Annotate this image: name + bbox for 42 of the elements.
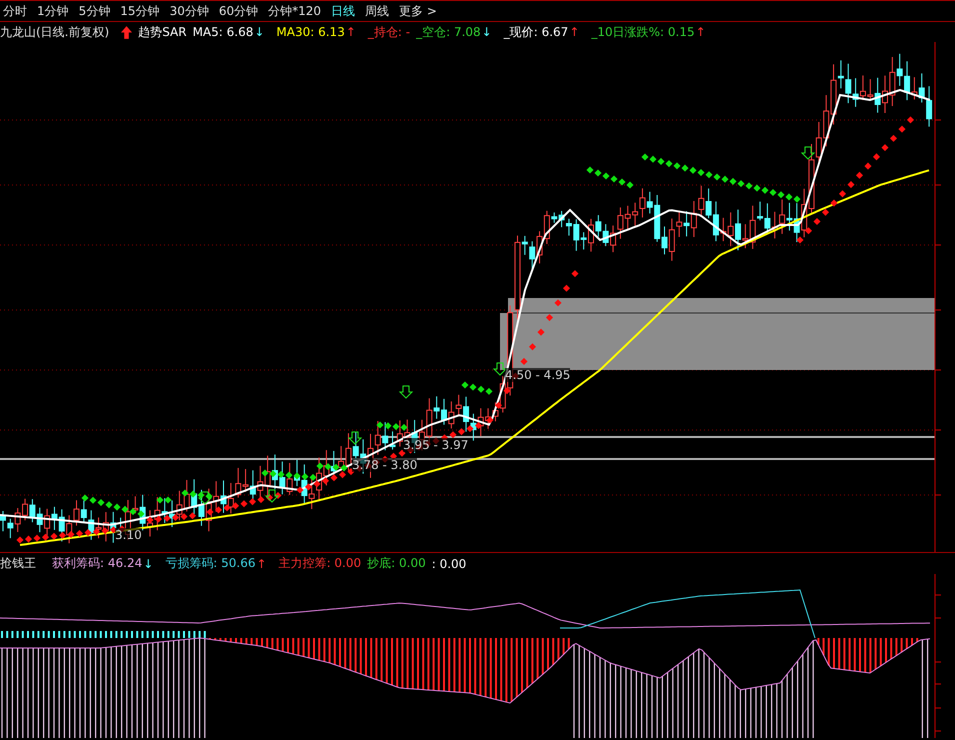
period-tab[interactable]: 日线 — [331, 2, 356, 20]
trend-arrow: ↓ — [482, 25, 492, 39]
indicator-value: _持仓: - — [368, 24, 410, 40]
period-tab[interactable]: 1分钟 — [37, 2, 69, 20]
indicator-value: 主力控筹: 0.00 — [278, 555, 362, 572]
trend-arrow: ↑ — [569, 25, 580, 39]
period-tab[interactable]: 更多 > — [399, 2, 437, 20]
trend-arrow: ↑ — [696, 25, 706, 39]
down-arrow-icon — [492, 362, 508, 376]
down-arrow-icon — [198, 492, 212, 505]
period-tab[interactable]: 15分钟 — [120, 2, 160, 20]
indicator-value: 获利筹码: 46.24 — [52, 555, 142, 572]
down-arrow-icon — [398, 386, 414, 399]
down-arrow-icon — [264, 490, 280, 503]
period-tab[interactable]: 分钟*120 — [268, 2, 322, 20]
indicator-value: 抄底: 0.00 — [367, 555, 426, 572]
indicator-value: _现价: 6.67 — [504, 24, 568, 40]
indicator-value: _10日涨跌%: 0.15 — [591, 24, 695, 40]
period-tab[interactable]: 分时 — [3, 2, 27, 20]
price-range-label: 3.10 — [115, 528, 142, 542]
indicator-value: 亏损筹码: 50.66 — [165, 555, 256, 572]
trend-arrow: ↑ — [256, 556, 267, 570]
indicator-value: 趋势SAR — [138, 24, 187, 40]
price-range-label: 3.95 - 3.97 — [403, 438, 468, 452]
down-arrow-icon — [348, 432, 362, 445]
period-tab[interactable]: 5分钟 — [78, 2, 110, 20]
down-arrow-icon — [800, 146, 816, 160]
indicator-value: _空仓: 7.08 — [416, 24, 481, 40]
indicator-value: : 0.00 — [432, 556, 466, 570]
trend-arrow: ↓ — [143, 556, 154, 570]
period-tab[interactable]: 60分钟 — [218, 2, 258, 20]
price-range-label: 3.78 - 3.80 — [352, 458, 418, 472]
indicator-title: 抢钱王 — [0, 555, 36, 572]
indicator-value: MA5: 6.68 — [192, 25, 254, 39]
indicator-value: MA30: 6.13 — [276, 25, 345, 39]
trend-arrow: ↑ — [346, 25, 356, 39]
trend-arrow: ↓ — [254, 25, 264, 39]
price-range-label: 4.50 - 4.95 — [505, 368, 570, 382]
period-tab[interactable]: 30分钟 — [170, 2, 209, 20]
up-arrow-icon — [121, 26, 132, 38]
period-tab[interactable]: 周线 — [365, 2, 390, 20]
chart-title: 九龙山(日线.前复权) — [0, 24, 110, 40]
